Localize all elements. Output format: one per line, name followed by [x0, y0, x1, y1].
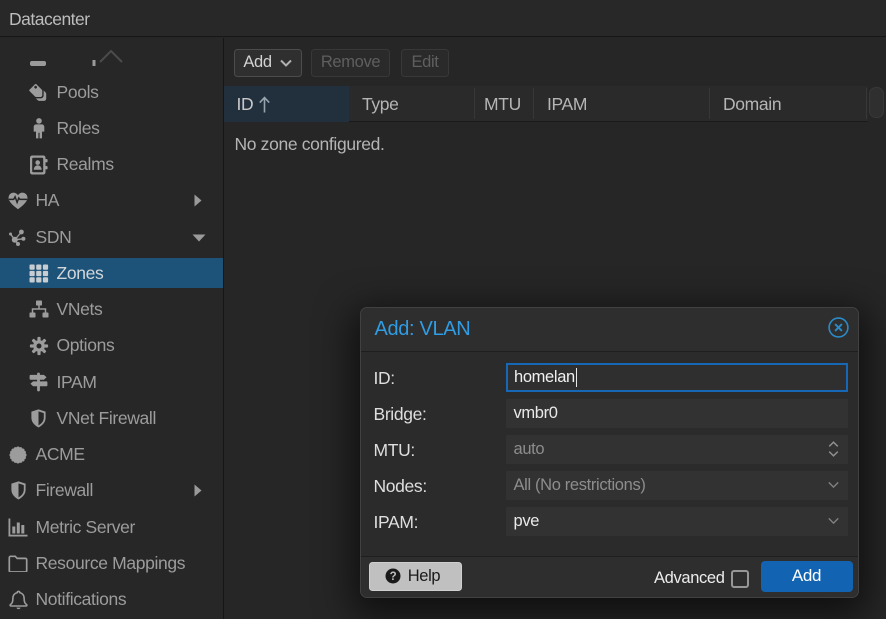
svg-text:?: ? — [389, 571, 396, 583]
